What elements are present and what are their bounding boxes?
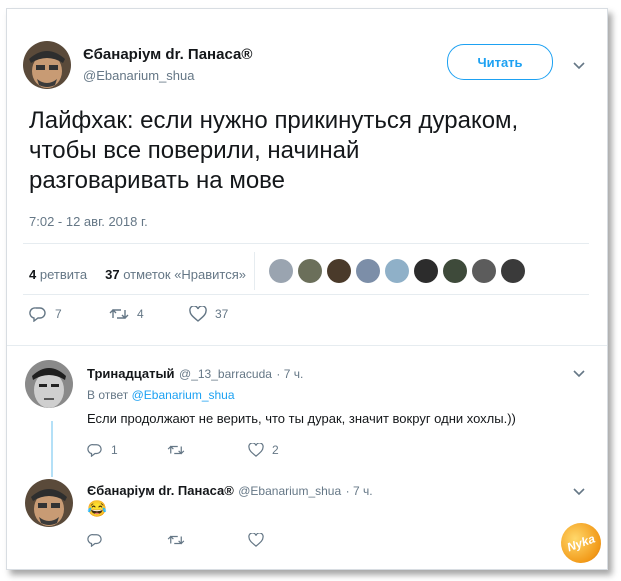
tweet-text-line: Лайфхак: если нужно прикинуться дураком, (29, 107, 519, 134)
retweet-icon (109, 309, 129, 319)
heart-icon (189, 306, 207, 322)
reply-author-avatar[interactable] (25, 360, 73, 408)
chevron-down-icon[interactable] (572, 369, 586, 379)
thread-line (51, 421, 53, 477)
like-action[interactable]: 37 (189, 306, 228, 322)
liker-avatar[interactable] (501, 259, 525, 283)
heart-icon (248, 443, 264, 457)
reply-icon (87, 444, 102, 457)
liker-avatar[interactable] (269, 259, 293, 283)
reply-icon (87, 534, 102, 547)
reply-count: 1 (111, 443, 118, 457)
reply-author-name[interactable]: Єбанаріум dr. Панаса® (87, 483, 234, 498)
follow-button[interactable]: Читать (447, 44, 553, 80)
in-reply-prefix: В ответ (87, 388, 129, 402)
reply-text: Если продолжают не верить, что ты дурак,… (87, 411, 516, 426)
tweet-card: Єбанаріум dr. Панаса® @Ebanarium_shua Чи… (6, 8, 608, 570)
tweet-stats: 4 ретвита 37 отметок «Нравится» (29, 267, 246, 282)
liker-avatar[interactable] (298, 259, 322, 283)
reply-icon (29, 307, 46, 322)
reply-author-handle[interactable]: @Ebanarium_shua (238, 484, 341, 498)
in-reply-to: В ответ @Ebanarium_shua (87, 388, 235, 402)
divider (7, 345, 607, 346)
liker-avatar[interactable] (414, 259, 438, 283)
reply-author-avatar[interactable] (25, 479, 73, 527)
watermark-logo: Nyka (555, 517, 607, 569)
reply-author-handle[interactable]: @_13_barracuda (179, 367, 272, 381)
chevron-down-icon[interactable] (572, 487, 586, 497)
tweet-text: Лайфхак: если нужно прикинуться дураком,… (29, 106, 589, 196)
tweet-text-line: разговаривать на мове (29, 167, 285, 194)
reply-action[interactable]: 7 (29, 306, 62, 322)
reply-emoji: 😂 (87, 501, 107, 518)
tweet-text-line: чтобы все поверили, начинай (29, 137, 360, 164)
reply-author-name[interactable]: Тринадцатый (87, 366, 175, 381)
retweets-stat[interactable]: 4 ретвита (29, 267, 87, 282)
like-count: 2 (272, 443, 279, 457)
retweet-action[interactable]: 4 (109, 306, 144, 322)
reply-action[interactable] (87, 533, 111, 547)
liker-avatar[interactable] (385, 259, 409, 283)
author-avatar[interactable] (23, 41, 71, 89)
reply-header: Тринадцатый @_13_barracuda · 7 ч. (87, 365, 303, 383)
liker-avatar[interactable] (443, 259, 467, 283)
liker-avatar[interactable] (356, 259, 380, 283)
tweet-timestamp[interactable]: 7:02 - 12 авг. 2018 г. (29, 214, 148, 229)
reply-time[interactable]: · 7 ч. (276, 367, 303, 381)
divider (23, 294, 589, 295)
reply-action[interactable]: 1 (87, 443, 118, 457)
reply-time[interactable]: · 7 ч. (346, 484, 373, 498)
likes-stat[interactable]: 37 отметок «Нравится» (105, 267, 246, 282)
reply-header: Єбанаріум dr. Панаса® @Ebanarium_shua · … (87, 482, 373, 500)
reply-count: 7 (55, 307, 62, 321)
in-reply-to-link[interactable]: @Ebanarium_shua (132, 388, 235, 402)
author-name[interactable]: Єбанаріум dr. Панаса® (83, 46, 252, 63)
retweet-icon (167, 445, 185, 455)
liker-avatar[interactable] (472, 259, 496, 283)
author-handle[interactable]: @Ebanarium_shua (83, 68, 194, 83)
liker-avatar[interactable] (327, 259, 351, 283)
like-action[interactable] (248, 533, 272, 547)
retweet-count: 4 (137, 307, 144, 321)
chevron-down-icon[interactable] (572, 61, 586, 71)
like-action[interactable]: 2 (248, 443, 279, 457)
divider (23, 243, 589, 244)
retweet-action[interactable] (167, 533, 193, 547)
stats-separator (254, 252, 255, 290)
retweet-action[interactable] (167, 443, 193, 457)
like-count: 37 (215, 307, 229, 321)
heart-icon (248, 533, 264, 547)
retweet-icon (167, 535, 185, 545)
